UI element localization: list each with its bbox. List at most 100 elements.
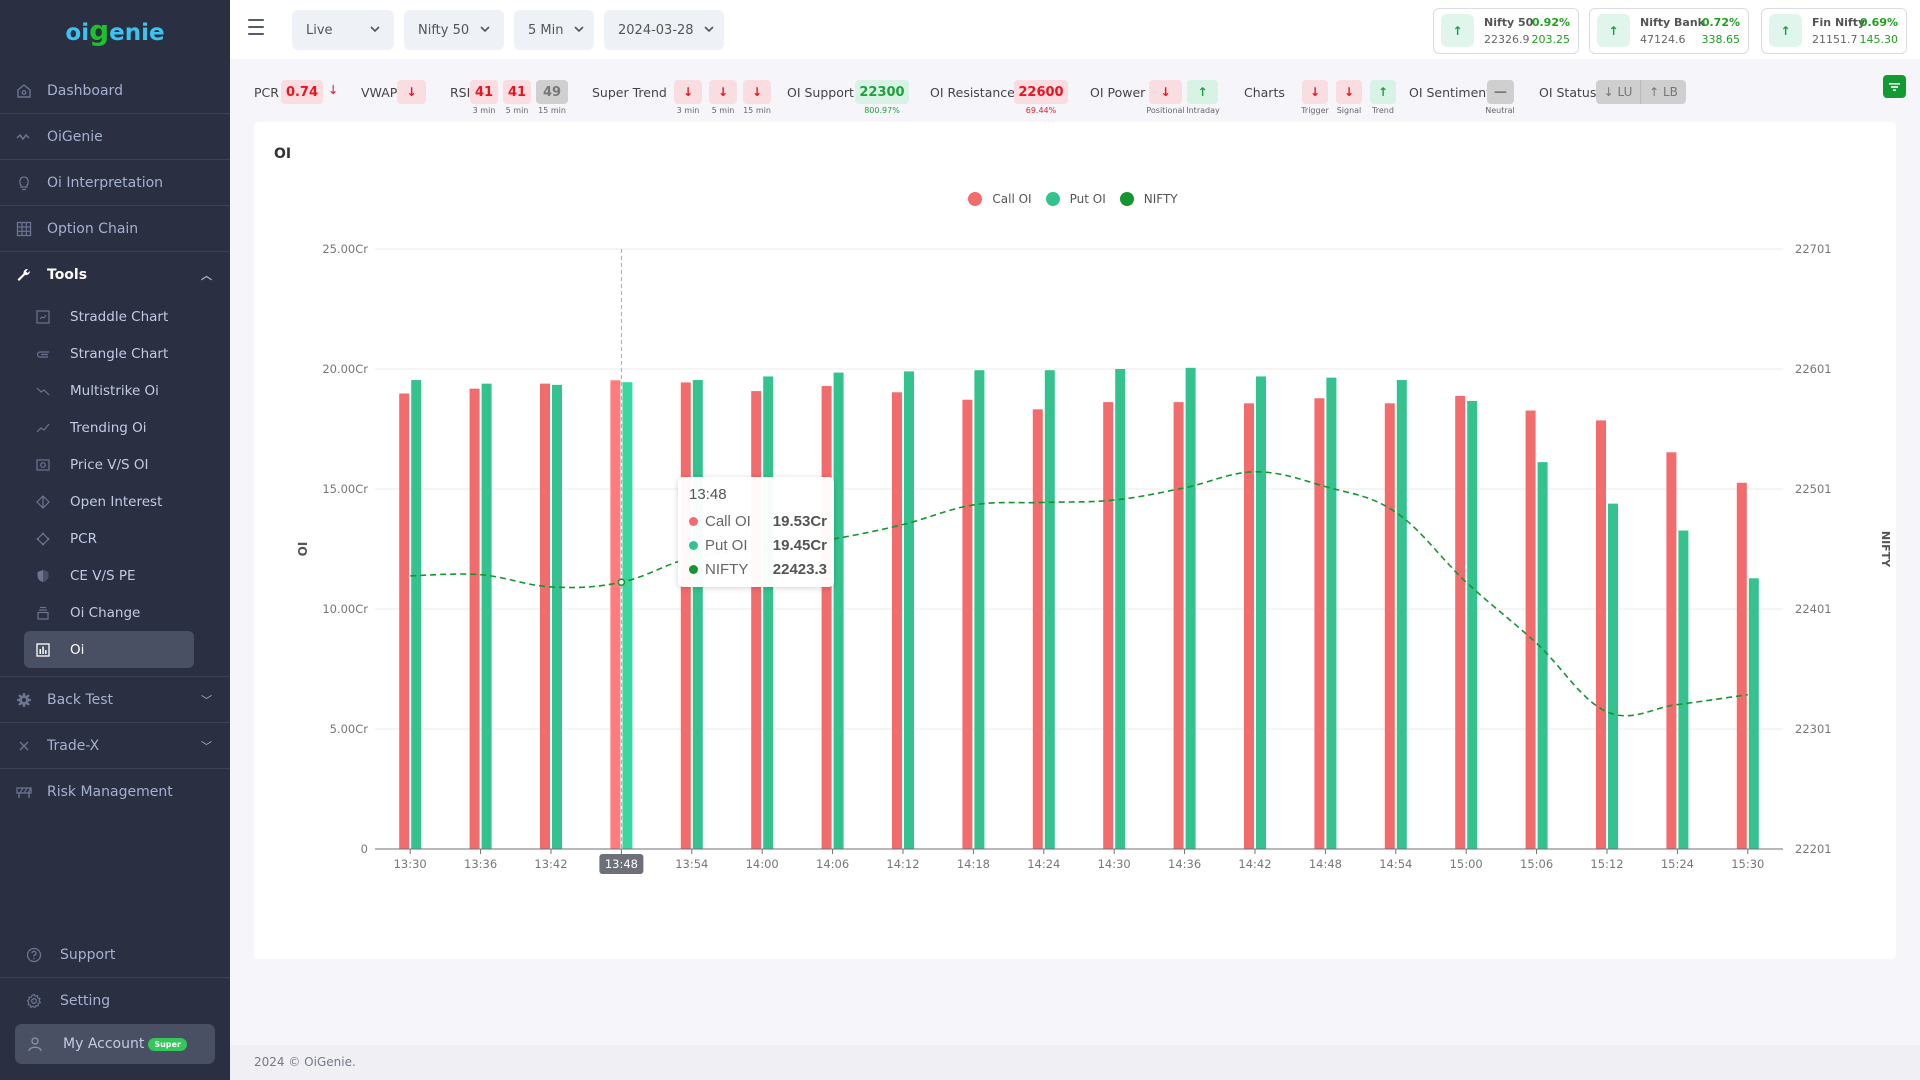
- y-axis-title: OI: [296, 542, 310, 557]
- y2-tick-label: 22701: [1795, 242, 1832, 256]
- sidebar-item-oi-interpretation[interactable]: Oi Interpretation: [0, 160, 230, 206]
- sidebar-item-label: Support: [60, 947, 116, 963]
- sidebar-item-support[interactable]: Support: [0, 933, 230, 978]
- bar-call-oi: [821, 386, 832, 849]
- sidebar-item-multistrike-oi[interactable]: Multistrike Oi: [24, 372, 194, 409]
- menu-toggle-icon[interactable]: [248, 19, 264, 35]
- bar-put-oi: [974, 370, 985, 849]
- sidebar-item-label: Strangle Chart: [70, 345, 169, 362]
- ticker-name: Nifty 50: [1484, 16, 1534, 29]
- bar-put-oi: [692, 380, 703, 849]
- footer: 2024 © OiGenie.: [230, 1045, 1920, 1080]
- oi-support-caption: 800.97%: [864, 106, 900, 115]
- bar-call-oi: [751, 391, 762, 849]
- mode-select[interactable]: Live: [292, 10, 394, 50]
- filter-icon: [1889, 82, 1900, 91]
- shield-icon: [36, 569, 50, 583]
- pcr-value: 0.74: [281, 80, 323, 104]
- tooltip-series-value: 19.45Cr: [772, 536, 827, 554]
- sidebar-item-option-chain[interactable]: Option Chain: [0, 206, 230, 252]
- account-label: My Account: [63, 1036, 145, 1052]
- sidebar-item-open-interest[interactable]: Open Interest: [24, 483, 194, 520]
- x-tick-label: 15:30: [1731, 857, 1764, 871]
- bar-put-oi: [1467, 400, 1478, 849]
- x-tick-label: 14:42: [1238, 857, 1271, 871]
- sidebar-item-risk-management[interactable]: Risk Management: [0, 769, 230, 815]
- sidebar-item-label: Trade-X: [47, 737, 100, 754]
- tooltip-swatch: [689, 516, 698, 526]
- sidebar-item-oi[interactable]: Oi: [24, 631, 194, 668]
- sidebar-item-label: Tools: [47, 267, 88, 283]
- user-icon: [27, 1036, 43, 1052]
- oi-power-caption: Positional: [1146, 106, 1185, 115]
- super-trend-label: Super Trend: [592, 85, 667, 100]
- x-tick-label: 14:18: [957, 857, 990, 871]
- sidebar-item-straddle-chart[interactable]: Straddle Chart: [24, 298, 194, 335]
- sidebar-item-tools[interactable]: Tools ︿: [0, 252, 230, 298]
- x-tick-label: 14:54: [1379, 857, 1412, 871]
- oi-power-positional-arrow-icon: ↓: [1149, 80, 1182, 104]
- bar-call-oi: [962, 399, 973, 849]
- y2-tick-label: 22601: [1795, 362, 1832, 376]
- oi-chart[interactable]: 0 5.00Cr 10.00Cr 15.00Cr 20.00Cr 25.00Cr 22201…: [254, 122, 1896, 959]
- interval-select[interactable]: 5 Min: [514, 10, 594, 50]
- sidebar-item-price-vs-oi[interactable]: Price V/S OI: [24, 446, 194, 483]
- sidebar-item-oi-change[interactable]: Oi Change: [24, 594, 194, 631]
- oi-support-label: OI Support: [787, 85, 854, 100]
- sidebar-item-label: Straddle Chart: [70, 308, 169, 325]
- oi-status-label: OI Status: [1539, 85, 1597, 100]
- help-circle-icon: [26, 947, 42, 963]
- super-trend-3min-arrow-icon: ↓: [674, 80, 702, 104]
- x-tick-label: 14:24: [1027, 857, 1060, 871]
- sidebar-item-setting[interactable]: Setting: [0, 978, 230, 1023]
- date-select-value: 2024-03-28: [618, 22, 694, 38]
- logo[interactable]: oigenie: [0, 14, 230, 47]
- charts-caption: Trend: [1372, 106, 1394, 115]
- sidebar-item-trade-x[interactable]: Trade-X ﹀: [0, 723, 230, 769]
- oi-status-lu: ↓ LU: [1596, 80, 1641, 104]
- x-tick-label: 14:30: [1098, 857, 1131, 871]
- super-trend-5min-arrow-icon: ↓: [709, 80, 737, 104]
- ticker-nifty-50[interactable]: ↑ Nifty 50 22326.9 0.92% 203.25: [1433, 8, 1579, 54]
- x-tick-label: 13:36: [464, 857, 497, 871]
- filter-button[interactable]: [1883, 75, 1906, 98]
- charts-label: Charts: [1244, 85, 1285, 100]
- chevron-down-icon: ﹀: [201, 739, 212, 753]
- ticker-nifty-bank[interactable]: ↑ Nifty Bank 47124.6 0.72% 338.65: [1589, 8, 1749, 54]
- x-tick-label: 15:00: [1450, 857, 1483, 871]
- sidebar-item-label: Back Test: [47, 691, 114, 708]
- sidebar-item-strangle-chart[interactable]: Strangle Chart: [24, 335, 194, 372]
- home-icon: [16, 83, 32, 99]
- oi-resistance-label: OI Resistance: [930, 85, 1015, 100]
- y-tick-label: 25.00Cr: [322, 242, 368, 256]
- my-account-button[interactable]: My Account Super: [15, 1024, 215, 1064]
- x-tick-label: 14:00: [746, 857, 779, 871]
- date-select[interactable]: 2024-03-28: [604, 10, 724, 50]
- sidebar-item-ce-vs-pe[interactable]: CE V/S PE: [24, 557, 194, 594]
- rsi-caption: 3 min: [472, 106, 496, 115]
- sidebar-item-pcr[interactable]: PCR: [24, 520, 194, 557]
- y-tick-label: 0: [361, 842, 368, 856]
- charts-trigger-arrow-icon: ↓: [1302, 80, 1328, 104]
- oi-status-lb: ↑ LB: [1641, 80, 1686, 104]
- sidebar-item-label: Oi Change: [70, 604, 141, 621]
- charts-caption: Signal: [1336, 106, 1362, 115]
- sidebar-item-trending-oi[interactable]: Trending Oi: [24, 409, 194, 446]
- chart-box-icon: [36, 309, 50, 324]
- wave-icon: [16, 129, 32, 145]
- index-select[interactable]: Nifty 50: [404, 10, 504, 50]
- x-tick-label: 14:06: [816, 857, 849, 871]
- bar-call-oi: [1314, 398, 1325, 849]
- sidebar-item-back-test[interactable]: Back Test ﹀: [0, 677, 230, 723]
- sidebar-item-label: Oi Interpretation: [47, 174, 164, 191]
- vwap-label: VWAP: [361, 85, 398, 100]
- vwap-arrow-down-icon: ↓: [397, 80, 426, 104]
- bar-put-oi: [481, 383, 492, 849]
- sidebar-item-oigenie[interactable]: OiGenie: [0, 114, 230, 160]
- sidebar-item-dashboard[interactable]: Dashboard: [0, 68, 230, 114]
- x-tick-label: 15:06: [1520, 857, 1553, 871]
- rsi-caption: 15 min: [538, 106, 566, 115]
- ticker-fin-nifty[interactable]: ↑ Fin Nifty 21151.7 0.69% 145.30: [1761, 8, 1907, 54]
- bar-put-oi: [1678, 530, 1689, 849]
- bar-put-oi: [552, 384, 562, 849]
